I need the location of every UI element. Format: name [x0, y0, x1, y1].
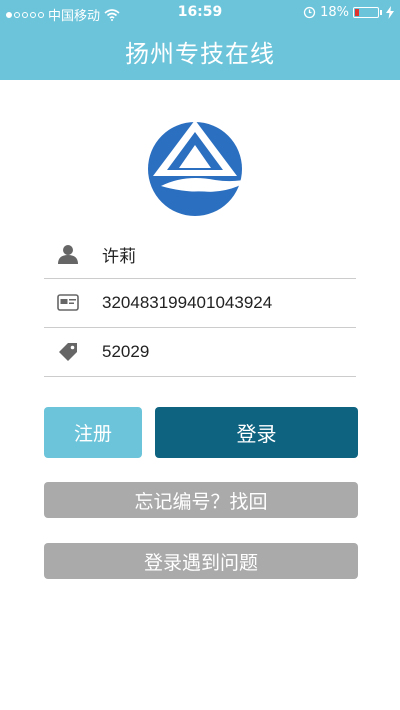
id-card-icon: [56, 291, 80, 315]
id-number-input[interactable]: [102, 293, 332, 313]
code-input[interactable]: [102, 342, 332, 362]
name-input[interactable]: [102, 244, 332, 264]
page-title: 扬州专技在线: [125, 40, 275, 68]
status-bar: 中国移动 16:59 18%: [0, 0, 400, 28]
charging-icon: [386, 6, 394, 19]
code-field: [44, 328, 356, 377]
header-bar: 中国移动 16:59 18% 扬州专技在线: [0, 0, 400, 80]
battery-percent: 18%: [320, 5, 349, 20]
battery-icon: [353, 7, 379, 18]
status-right: 18%: [303, 5, 394, 20]
app-logo: [148, 120, 251, 216]
id-field: [44, 279, 356, 328]
login-button[interactable]: 登录: [155, 407, 358, 458]
forgot-number-button[interactable]: 忘记编号？找回: [44, 482, 358, 518]
alarm-icon: [303, 6, 316, 19]
tag-icon: [56, 340, 80, 364]
register-button[interactable]: 注册: [44, 407, 142, 458]
name-field: [44, 230, 356, 279]
login-problem-button[interactable]: 登录遇到问题: [44, 543, 358, 579]
user-icon: [56, 242, 80, 266]
